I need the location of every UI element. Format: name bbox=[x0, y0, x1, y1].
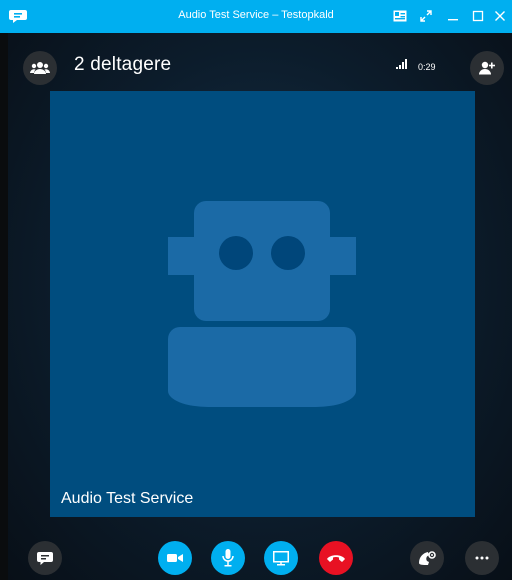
compact-view-button[interactable] bbox=[389, 6, 411, 26]
video-button[interactable] bbox=[158, 541, 192, 575]
people-icon bbox=[30, 62, 50, 74]
participant-video-tile[interactable]: Audio Test Service bbox=[50, 91, 475, 517]
compact-view-icon bbox=[393, 10, 407, 22]
add-person-icon bbox=[479, 61, 495, 75]
end-call-button[interactable] bbox=[319, 541, 353, 575]
add-person-button[interactable] bbox=[470, 51, 504, 85]
maximize-button[interactable] bbox=[467, 6, 489, 26]
call-stage: 2 deltagere 0:29 Audio Test Service bbox=[8, 33, 512, 580]
share-screen-button[interactable] bbox=[264, 541, 298, 575]
more-options-button[interactable] bbox=[465, 541, 499, 575]
more-icon bbox=[475, 556, 489, 560]
bot-avatar-icon bbox=[168, 201, 356, 407]
participant-name: Audio Test Service bbox=[61, 490, 194, 507]
call-window: Audio Test Service – Testopkald 2 deltag… bbox=[0, 0, 512, 580]
close-button[interactable] bbox=[489, 6, 511, 26]
participants-count: 2 deltagere bbox=[74, 54, 172, 75]
screen-share-icon bbox=[273, 550, 289, 565]
phone-settings-icon bbox=[419, 551, 436, 565]
minimize-icon bbox=[448, 19, 458, 21]
call-duration: 0:29 bbox=[418, 62, 436, 72]
minimize-button[interactable] bbox=[442, 6, 464, 26]
close-icon bbox=[495, 11, 505, 21]
expand-icon bbox=[420, 10, 432, 22]
signal-strength-icon bbox=[396, 59, 407, 69]
call-settings-button[interactable] bbox=[410, 541, 444, 575]
microphone-icon bbox=[222, 549, 234, 567]
video-camera-icon bbox=[167, 554, 183, 562]
maximize-icon bbox=[472, 10, 484, 22]
participants-button[interactable] bbox=[23, 51, 57, 85]
microphone-button[interactable] bbox=[211, 541, 245, 575]
fullscreen-button[interactable] bbox=[415, 6, 437, 26]
chat-button[interactable] bbox=[28, 541, 62, 575]
chat-icon bbox=[37, 551, 53, 565]
hang-up-icon bbox=[327, 555, 345, 562]
title-bar[interactable]: Audio Test Service – Testopkald bbox=[0, 0, 512, 33]
